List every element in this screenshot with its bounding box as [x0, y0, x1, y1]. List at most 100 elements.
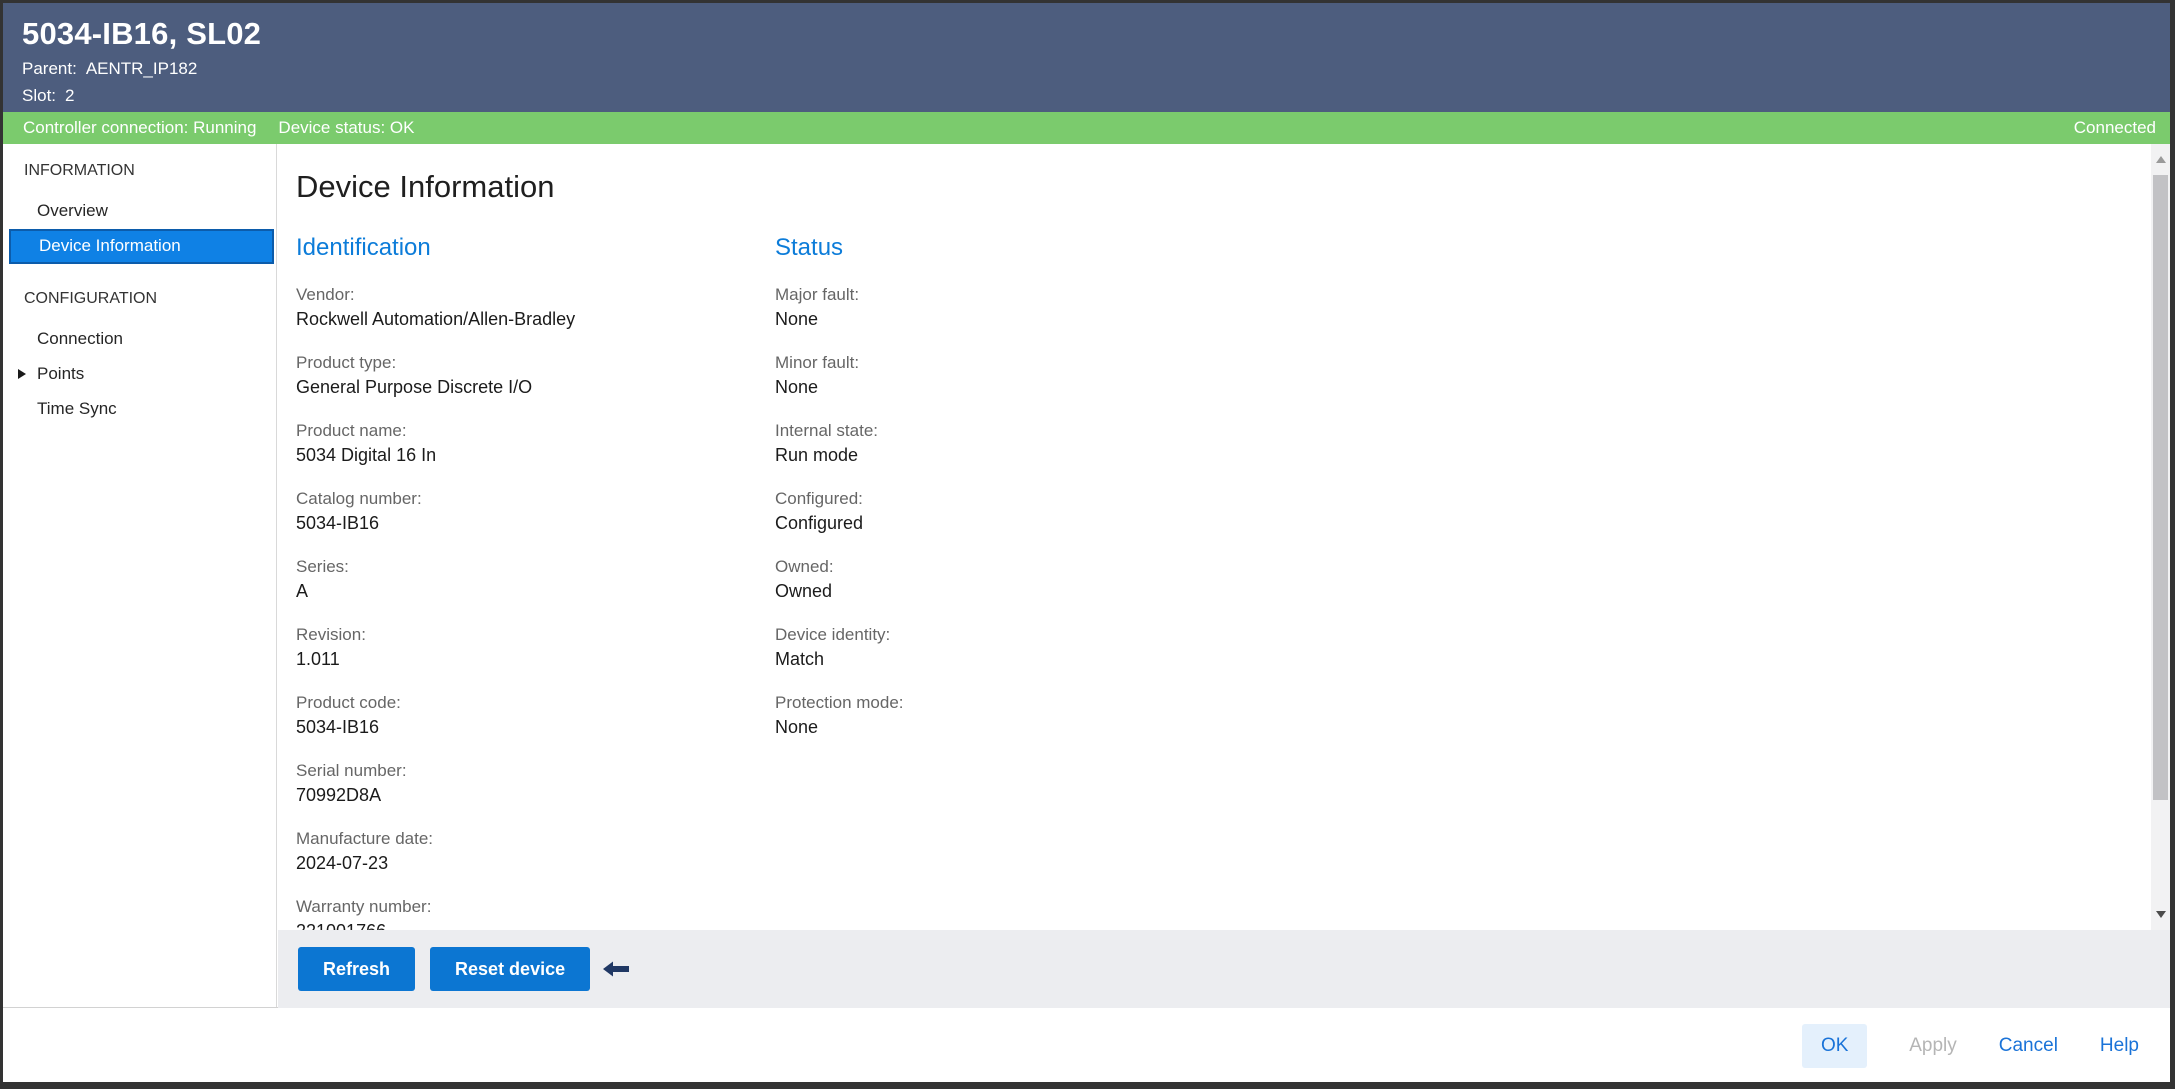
field-label: Manufacture date:: [296, 827, 736, 851]
field-series: Series:A: [296, 555, 736, 603]
field-value: None: [775, 307, 1215, 331]
sidebar-item-label: Device Information: [39, 236, 181, 255]
content-scroll-area: Device Information Identification Vendor…: [278, 144, 2170, 930]
field-value: Run mode: [775, 443, 1215, 467]
apply-button[interactable]: Apply: [1909, 1035, 1957, 1057]
sidebar-item-time-sync[interactable]: Time Sync: [3, 392, 276, 427]
field-value: None: [775, 375, 1215, 399]
field-internal-state: Internal state:Run mode: [775, 419, 1215, 467]
parent-value: AENTR_IP182: [86, 59, 198, 78]
field-value: General Purpose Discrete I/O: [296, 375, 736, 399]
field-value: Match: [775, 647, 1215, 671]
slot-value: 2: [65, 86, 74, 105]
field-major-fault: Major fault:None: [775, 283, 1215, 331]
field-protection-mode: Protection mode:None: [775, 691, 1215, 739]
field-label: Vendor:: [296, 283, 736, 307]
device-title: 5034-IB16, SL02: [22, 16, 2170, 52]
status-column: Status Major fault:NoneMinor fault:NoneI…: [775, 232, 1215, 759]
field-value: 1.011: [296, 647, 736, 671]
identification-column: Identification Vendor:Rockwell Automatio…: [296, 232, 736, 930]
device-properties-dialog: 5034-IB16, SL02 Parent: AENTR_IP182 Slot:…: [0, 0, 2175, 1089]
field-value: A: [296, 579, 736, 603]
field-value: 5034-IB16: [296, 715, 736, 739]
field-catalog-number: Catalog number:5034-IB16: [296, 487, 736, 535]
help-button[interactable]: Help: [2100, 1035, 2139, 1057]
vertical-scrollbar[interactable]: [2151, 144, 2170, 930]
identification-heading: Identification: [296, 232, 736, 264]
field-product-code: Product code:5034-IB16: [296, 691, 736, 739]
field-label: Protection mode:: [775, 691, 1215, 715]
slot-line: Slot: 2: [22, 86, 2170, 106]
connected-badge: Connected: [2074, 118, 2156, 138]
sidebar-item-overview[interactable]: Overview: [3, 194, 276, 229]
field-product-name: Product name:5034 Digital 16 In: [296, 419, 736, 467]
field-label: Owned:: [775, 555, 1215, 579]
expand-arrow-icon[interactable]: [18, 369, 26, 379]
field-label: Major fault:: [775, 283, 1215, 307]
sidebar-item-label: Time Sync: [37, 399, 117, 418]
sidebar-item-label: Overview: [37, 201, 108, 220]
slot-label: Slot:: [22, 86, 56, 105]
scroll-down-icon: [2156, 911, 2166, 918]
field-value: Rockwell Automation/Allen-Bradley: [296, 307, 736, 331]
controller-connection-status: Controller connection: Running: [23, 118, 256, 137]
connection-status-bar: Controller connection: Running Device sta…: [3, 112, 2170, 144]
refresh-button[interactable]: Refresh: [298, 947, 415, 991]
sidebar-section-gap: [3, 264, 276, 288]
parent-line: Parent: AENTR_IP182: [22, 59, 2170, 79]
field-label: Series:: [296, 555, 736, 579]
field-label: Configured:: [775, 487, 1215, 511]
action-toolbar: Refresh Reset device: [278, 930, 2170, 1008]
field-owned: Owned:Owned: [775, 555, 1215, 603]
field-minor-fault: Minor fault:None: [775, 351, 1215, 399]
scroll-up-icon: [2156, 156, 2166, 163]
sidebar-section-label-configuration: CONFIGURATION: [3, 288, 276, 310]
field-manufacture-date: Manufacture date:2024-07-23: [296, 827, 736, 875]
field-value: 5034 Digital 16 In: [296, 443, 736, 467]
device-status: Device status: OK: [278, 118, 414, 137]
field-value: None: [775, 715, 1215, 739]
sidebar-item-connection[interactable]: Connection: [3, 322, 276, 357]
field-label: Catalog number:: [296, 487, 736, 511]
sidebar-section-label-information: INFORMATION: [3, 160, 276, 182]
dialog-header: 5034-IB16, SL02 Parent: AENTR_IP182 Slot:…: [3, 3, 2170, 112]
dialog-footer: OK Apply Cancel Help: [3, 1009, 2170, 1082]
scroll-down-button[interactable]: [2151, 905, 2170, 924]
field-label: Warranty number:: [296, 895, 736, 919]
field-label: Product type:: [296, 351, 736, 375]
field-value: Owned: [775, 579, 1215, 603]
back-arrow-icon[interactable]: [603, 961, 629, 977]
sidebar-item-label: Connection: [37, 329, 123, 348]
dialog-body: INFORMATION Overview Device Information CON…: [3, 144, 2170, 1008]
page-title: Device Information: [296, 168, 554, 206]
field-label: Product code:: [296, 691, 736, 715]
field-configured: Configured:Configured: [775, 487, 1215, 535]
field-device-identity: Device identity:Match: [775, 623, 1215, 671]
reset-device-button[interactable]: Reset device: [430, 947, 590, 991]
scroll-up-button[interactable]: [2151, 150, 2170, 169]
status-bar-left: Controller connection: Running Device sta…: [23, 118, 436, 138]
field-warranty-number: Warranty number:221001766: [296, 895, 736, 930]
field-value: 70992D8A: [296, 783, 736, 807]
status-heading: Status: [775, 232, 1215, 264]
field-value: 2024-07-23: [296, 851, 736, 875]
field-value: 221001766: [296, 919, 736, 930]
sidebar-item-points[interactable]: Points: [3, 357, 276, 392]
field-revision: Revision:1.011: [296, 623, 736, 671]
parent-label: Parent:: [22, 59, 77, 78]
field-label: Internal state:: [775, 419, 1215, 443]
field-vendor: Vendor:Rockwell Automation/Allen-Bradley: [296, 283, 736, 331]
field-label: Revision:: [296, 623, 736, 647]
field-value: 5034-IB16: [296, 511, 736, 535]
ok-button[interactable]: OK: [1802, 1024, 1867, 1068]
main-area: Device Information Identification Vendor…: [278, 144, 2170, 1007]
sidebar-item-device-information[interactable]: Device Information: [9, 229, 274, 264]
sidebar-nav: INFORMATION Overview Device Information CON…: [3, 144, 277, 1007]
scrollbar-thumb[interactable]: [2153, 175, 2168, 800]
field-label: Product name:: [296, 419, 736, 443]
field-serial-number: Serial number:70992D8A: [296, 759, 736, 807]
sidebar-item-label: Points: [37, 364, 84, 383]
field-label: Device identity:: [775, 623, 1215, 647]
field-label: Minor fault:: [775, 351, 1215, 375]
cancel-button[interactable]: Cancel: [1999, 1035, 2058, 1057]
